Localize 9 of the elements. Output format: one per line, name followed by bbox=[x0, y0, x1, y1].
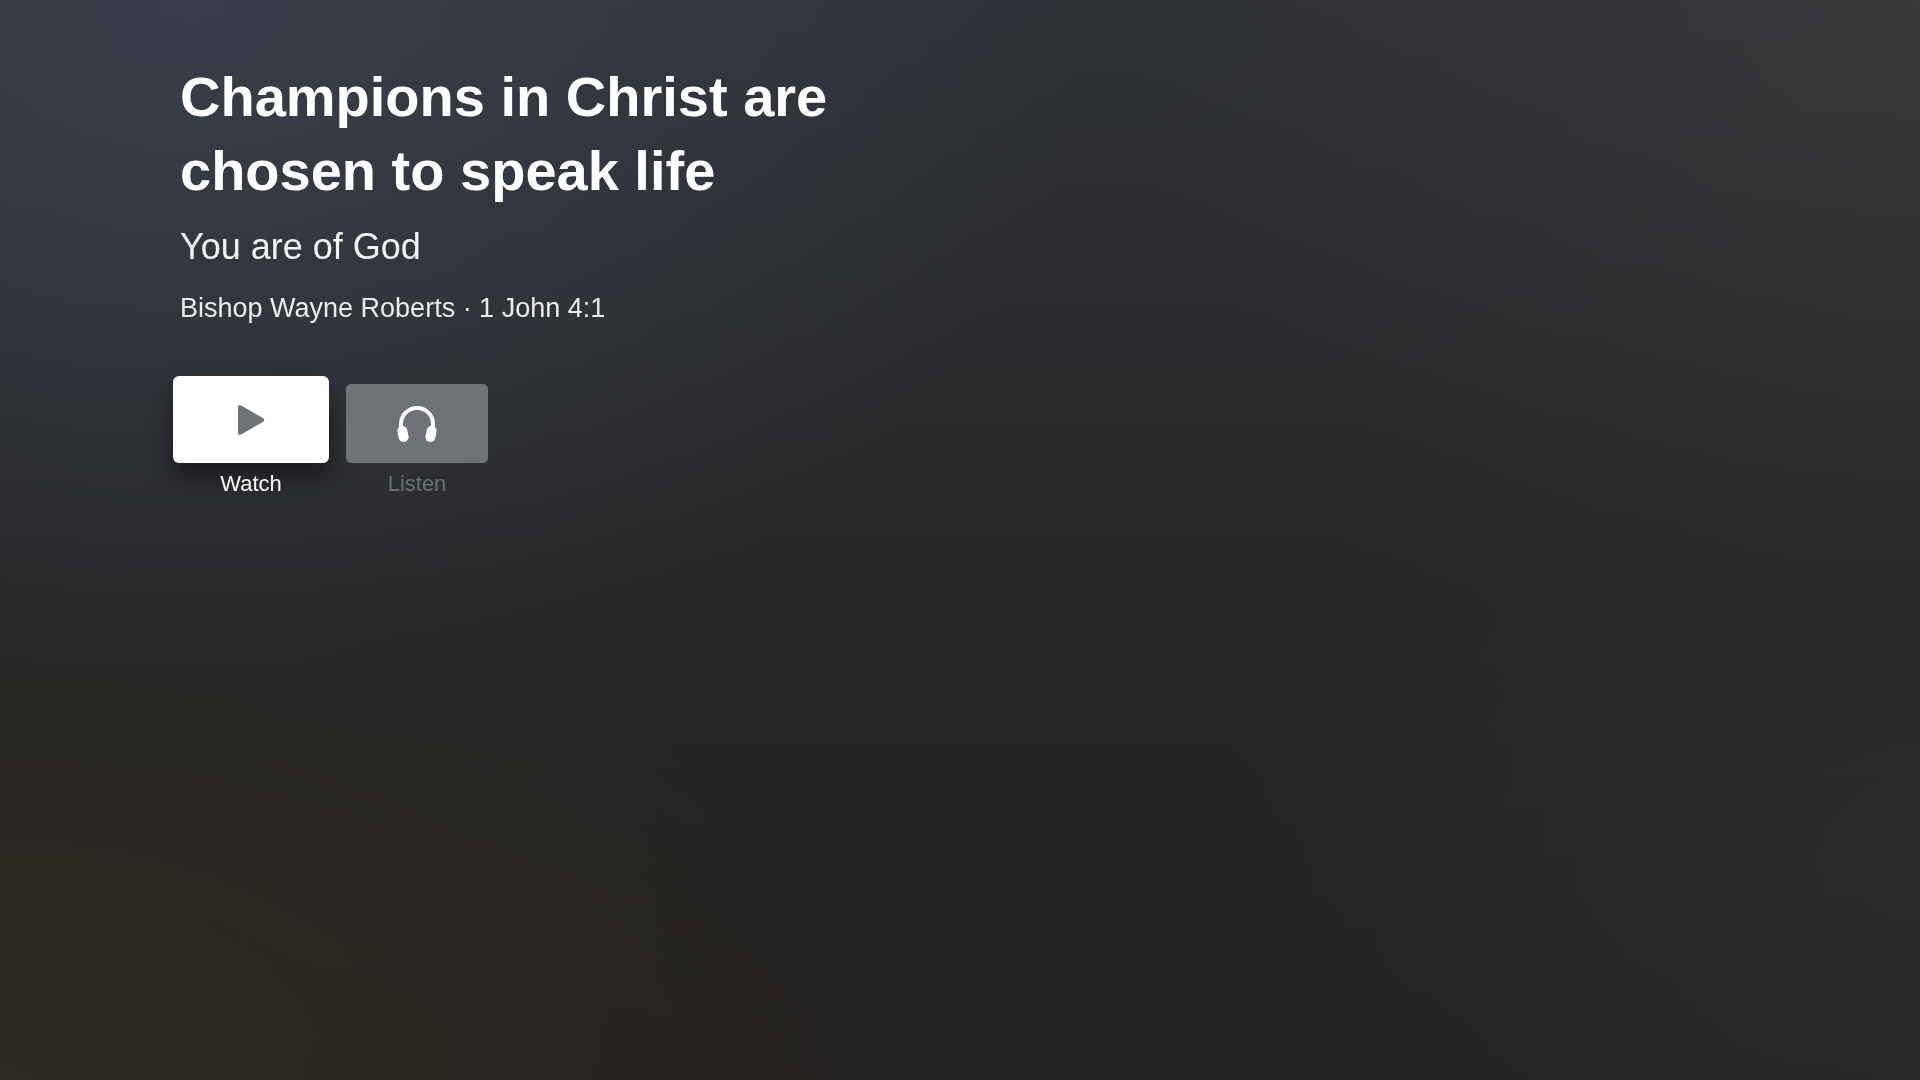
button-label: Watch bbox=[220, 471, 282, 497]
headphones-button[interactable] bbox=[346, 384, 488, 463]
sermon-title: Champions in Christ are chosen to speak life bbox=[180, 64, 829, 204]
sermon-subtitle: You are of God bbox=[180, 225, 421, 269]
speaker-and-scripture: Bishop Wayne Roberts · 1 John 4:1 bbox=[180, 292, 606, 325]
play-icon bbox=[237, 403, 265, 436]
button-label: Listen bbox=[387, 471, 447, 497]
play-button[interactable] bbox=[173, 376, 329, 463]
headphones-icon bbox=[397, 405, 437, 442]
